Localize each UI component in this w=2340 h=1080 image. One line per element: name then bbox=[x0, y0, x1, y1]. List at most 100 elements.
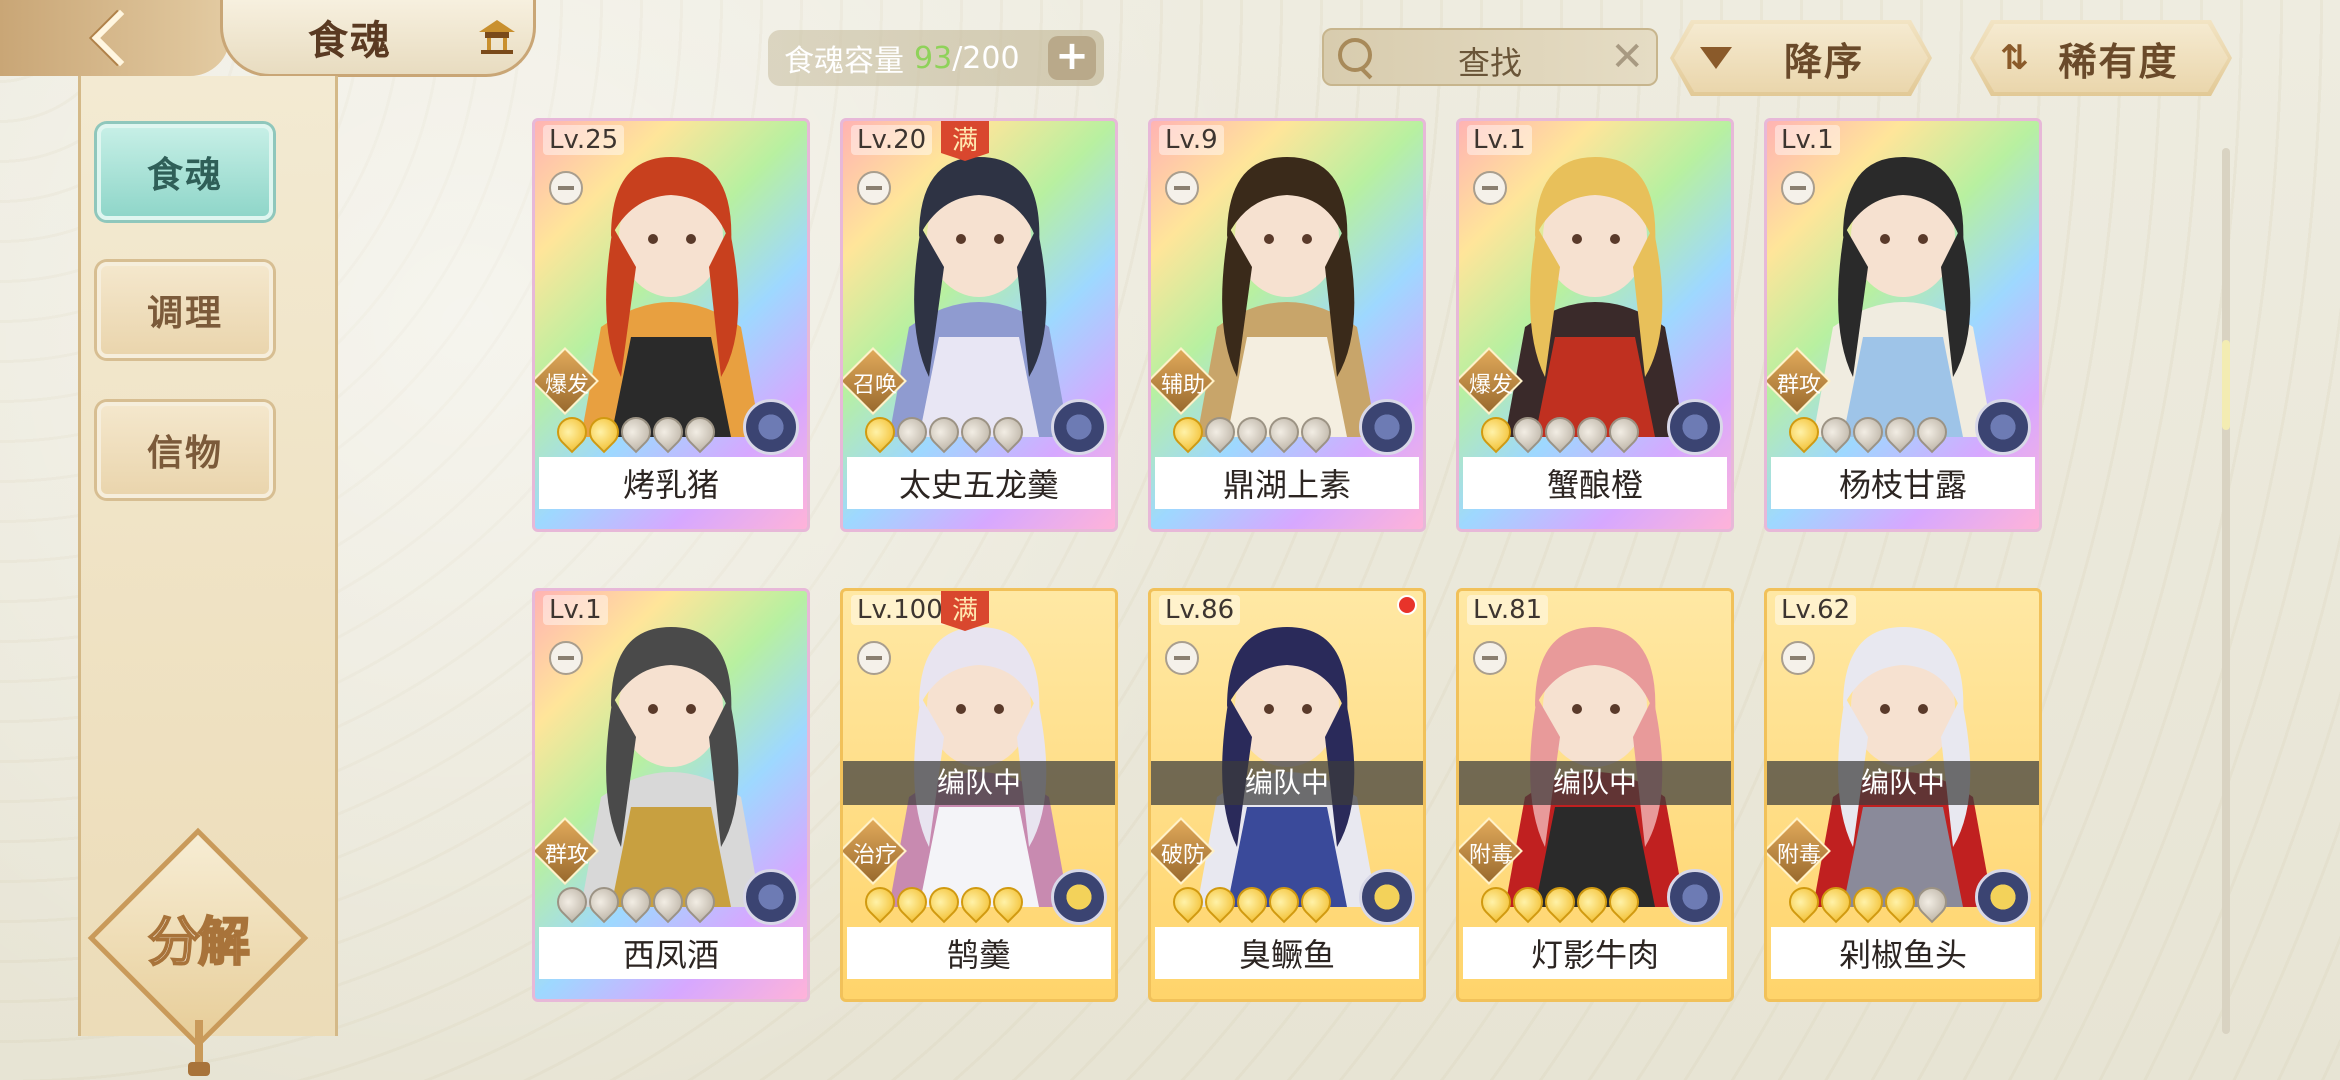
search-input[interactable]: 查找 bbox=[1324, 38, 1656, 84]
level-label: Lv.9 bbox=[1159, 125, 1224, 155]
role-label: 破防 bbox=[1160, 843, 1205, 868]
tab-food-souls[interactable]: 食魂 bbox=[97, 124, 273, 220]
level-label: Lv.86 bbox=[1159, 595, 1241, 625]
tab-label: 信物 bbox=[146, 433, 223, 474]
level-label: Lv.1 bbox=[1467, 125, 1532, 155]
character-name: 西凤酒 bbox=[539, 927, 803, 979]
flame-star-icon bbox=[550, 880, 594, 924]
element-flower-icon bbox=[743, 399, 799, 455]
flame-star-icon bbox=[614, 880, 658, 924]
flame-star-icon bbox=[1506, 880, 1550, 924]
flame-star-icon bbox=[646, 880, 690, 924]
tab-contract[interactable]: 信物 bbox=[97, 402, 273, 498]
element-flower-icon bbox=[1975, 399, 2031, 455]
level-label: Lv.1 bbox=[1775, 125, 1840, 155]
lock-icon[interactable] bbox=[857, 171, 891, 205]
sort-order-button[interactable]: 降序 bbox=[1670, 20, 1932, 96]
flame-star-icon bbox=[922, 880, 966, 924]
sort-order-label: 降序 bbox=[1784, 39, 1865, 84]
food-soul-card[interactable]: Lv.62 编队中 附毒 剁椒鱼头 bbox=[1764, 588, 2042, 1002]
element-flower-icon bbox=[1667, 869, 1723, 925]
role-badge: 爆发 bbox=[1459, 347, 1523, 415]
character-name: 鼎湖上素 bbox=[1155, 457, 1419, 509]
lock-icon[interactable] bbox=[549, 641, 583, 675]
pavilion-icon[interactable] bbox=[475, 16, 519, 56]
sort-by-button[interactable]: ⇅ 稀有度 bbox=[1970, 20, 2232, 96]
flame-star-icon bbox=[1878, 880, 1922, 924]
capacity-display: 食魂容量 93 / 200 + bbox=[768, 30, 1104, 86]
role-badge: 附毒 bbox=[1459, 817, 1523, 885]
food-soul-card[interactable]: Lv.20 满召唤 太史五龙羹 bbox=[840, 118, 1118, 532]
sort-swap-icon: ⇅ bbox=[2000, 38, 2029, 78]
expand-capacity-button[interactable]: + bbox=[1048, 36, 1096, 80]
flame-star-icon bbox=[1198, 880, 1242, 924]
lock-icon[interactable] bbox=[1165, 171, 1199, 205]
food-soul-card[interactable]: Lv.9 辅助 鼎湖上素 bbox=[1148, 118, 1426, 532]
lock-icon[interactable] bbox=[857, 641, 891, 675]
flame-star-icon bbox=[1782, 880, 1826, 924]
flame-star-icon bbox=[1474, 410, 1518, 454]
flame-star-icon bbox=[1198, 410, 1242, 454]
lock-icon[interactable] bbox=[1781, 641, 1815, 675]
capacity-label: 食魂容量 bbox=[784, 44, 904, 79]
flame-star-icon bbox=[1910, 410, 1954, 454]
element-flower-icon bbox=[1667, 399, 1723, 455]
character-name: 灯影牛肉 bbox=[1463, 927, 1727, 979]
food-soul-card[interactable]: Lv.1 群攻 西凤酒 bbox=[532, 588, 810, 1002]
lock-icon[interactable] bbox=[549, 171, 583, 205]
flame-star-icon bbox=[1910, 880, 1954, 924]
character-name: 杨枝甘露 bbox=[1771, 457, 2035, 509]
flame-star-icon bbox=[858, 880, 902, 924]
lock-icon[interactable] bbox=[1473, 641, 1507, 675]
flame-star-icon bbox=[582, 410, 626, 454]
flame-star-icon bbox=[1262, 880, 1306, 924]
food-soul-grid: Lv.25 爆发 烤乳猪 Lv.20 满召唤 太史五龙羹 Lv.9 辅助 鼎湖上素 Lv.1 爆发蟹… bbox=[532, 118, 2044, 1008]
food-soul-card[interactable]: Lv.100 满编队中 治疗 鹄羹 bbox=[840, 588, 1118, 1002]
search-box[interactable]: 查找 ✕ bbox=[1322, 28, 1658, 86]
role-badge: 群攻 bbox=[1767, 347, 1831, 415]
scrollbar-thumb[interactable] bbox=[2222, 340, 2230, 430]
scrollbar-track[interactable] bbox=[2222, 148, 2230, 1034]
decompose-label: 分解 bbox=[147, 912, 251, 974]
lock-icon[interactable] bbox=[1473, 171, 1507, 205]
food-soul-card[interactable]: Lv.1 群攻杨枝甘露 bbox=[1764, 118, 2042, 532]
capacity-max: 200 bbox=[962, 40, 1020, 76]
flame-star-icon bbox=[1506, 410, 1550, 454]
star-rating bbox=[1166, 410, 1338, 454]
star-rating bbox=[1782, 410, 1954, 454]
max-level-badge: 满 bbox=[941, 591, 989, 631]
character-name: 臭鳜鱼 bbox=[1155, 927, 1419, 979]
food-soul-card[interactable]: Lv.81 编队中 附毒 灯影牛肉 bbox=[1456, 588, 1734, 1002]
star-rating bbox=[550, 880, 722, 924]
flame-star-icon bbox=[1538, 410, 1582, 454]
role-label: 群攻 bbox=[1776, 373, 1821, 398]
lock-icon[interactable] bbox=[1781, 171, 1815, 205]
role-badge: 召唤 bbox=[843, 347, 907, 415]
star-rating bbox=[858, 880, 1030, 924]
character-name: 鹄羹 bbox=[847, 927, 1111, 979]
in-team-banner: 编队中 bbox=[843, 761, 1115, 805]
flame-star-icon bbox=[1782, 410, 1826, 454]
back-button[interactable] bbox=[0, 0, 230, 76]
flame-star-icon bbox=[550, 410, 594, 454]
element-flower-icon bbox=[1359, 869, 1415, 925]
clear-search-button[interactable]: ✕ bbox=[1610, 34, 1644, 80]
character-name: 太史五龙羹 bbox=[847, 457, 1111, 509]
tab-seasoning[interactable]: 调理 bbox=[97, 262, 273, 358]
food-soul-card[interactable]: Lv.86 编队中 破防 臭鳜鱼 bbox=[1148, 588, 1426, 1002]
lock-icon[interactable] bbox=[1165, 641, 1199, 675]
flame-star-icon bbox=[858, 410, 902, 454]
level-label: Lv.25 bbox=[543, 125, 625, 155]
food-soul-card[interactable]: Lv.1 爆发 蟹酿橙 bbox=[1456, 118, 1734, 532]
flame-star-icon bbox=[1814, 410, 1858, 454]
flame-star-icon bbox=[646, 410, 690, 454]
food-soul-card[interactable]: Lv.25 爆发 烤乳猪 bbox=[532, 118, 810, 532]
flame-star-icon bbox=[1262, 410, 1306, 454]
flame-star-icon bbox=[890, 410, 934, 454]
element-flower-icon bbox=[1051, 399, 1107, 455]
star-rating bbox=[1782, 880, 1954, 924]
character-name: 烤乳猪 bbox=[539, 457, 803, 509]
in-team-banner: 编队中 bbox=[1767, 761, 2039, 805]
capacity-current: 93 bbox=[914, 40, 953, 76]
character-name: 剁椒鱼头 bbox=[1771, 927, 2035, 979]
